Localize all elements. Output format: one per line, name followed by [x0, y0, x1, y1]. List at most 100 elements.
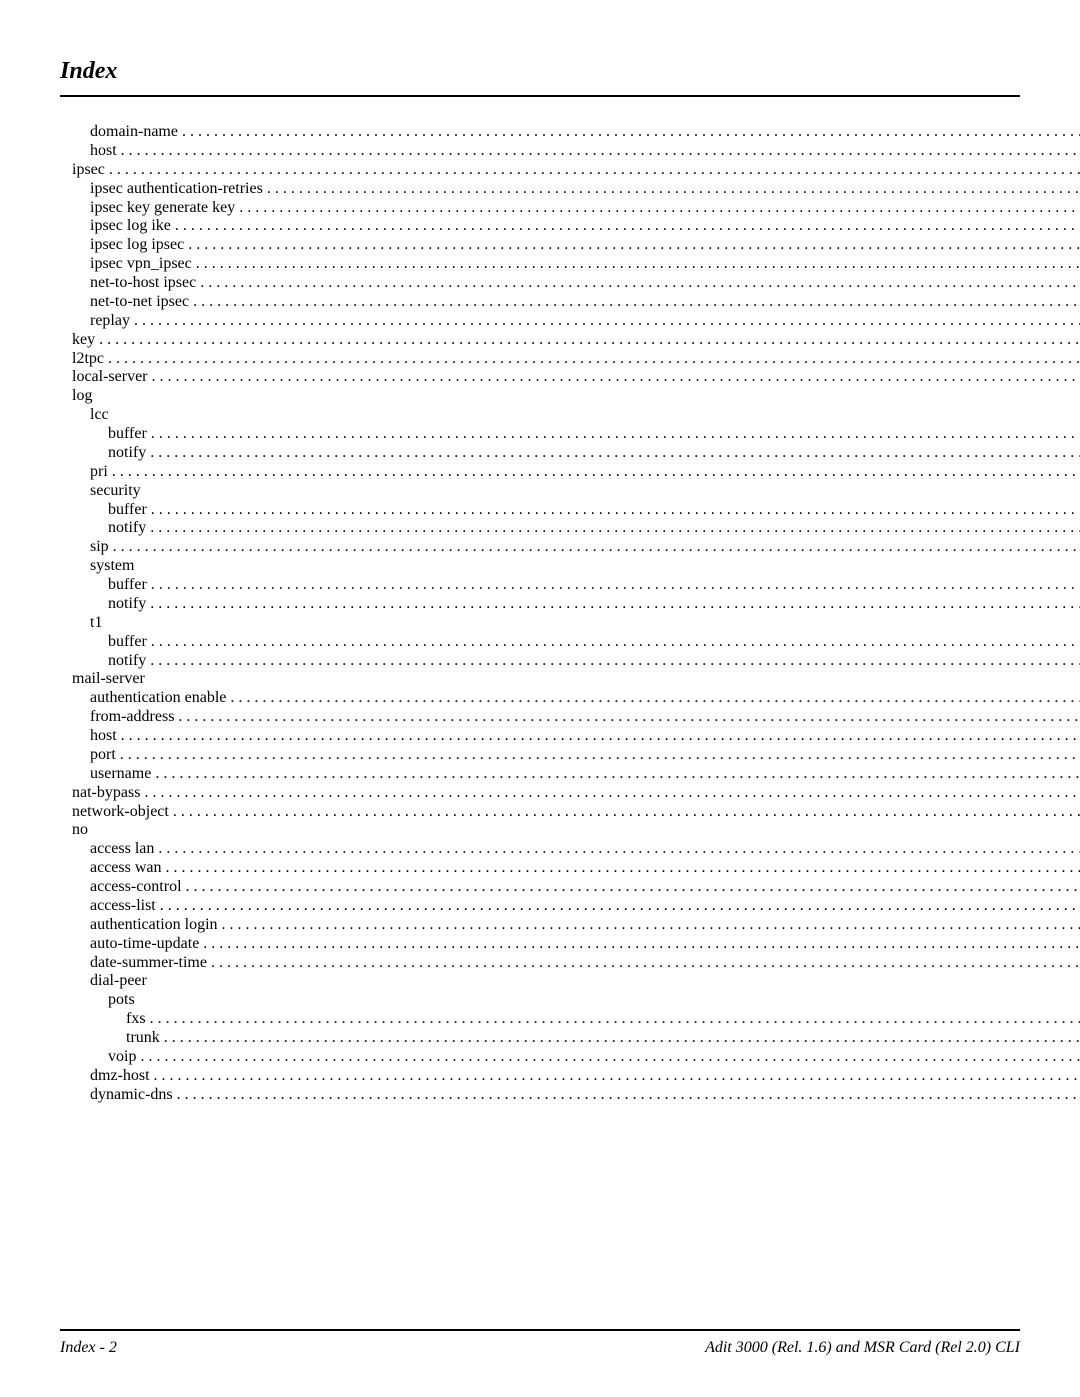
index-entry-label: net-to-host ipsec: [90, 274, 200, 293]
leader-dots: [196, 255, 1080, 274]
leader-dots: [150, 1010, 1080, 1029]
index-entry: authentication login 4-37: [60, 916, 1080, 935]
index-entry: key 4-26: [60, 331, 1080, 350]
index-entry-label: access lan: [90, 840, 158, 859]
leader-dots: [200, 274, 1080, 293]
index-entry-label: from-address: [90, 708, 178, 727]
leader-dots: [151, 633, 1080, 652]
index-entry-label: fxs: [126, 1010, 150, 1029]
index-entry: nat-bypass 4-35: [60, 784, 1080, 803]
index-entry-label: authentication login: [90, 916, 222, 935]
index-entry: auto-time-update 4-37: [60, 935, 1080, 954]
index-heading-label: lcc: [90, 406, 109, 423]
leader-dots: [154, 1067, 1080, 1086]
index-entry: from-address 4-33: [60, 708, 1080, 727]
index-heading: log: [60, 387, 1080, 406]
index-entry-label: port: [90, 746, 120, 765]
index-entry: access lan 4-36: [60, 840, 1080, 859]
leader-dots: [211, 954, 1080, 973]
index-entry-label: sip: [90, 538, 113, 557]
index-entry: notify 4-28: [60, 444, 1080, 463]
index-entry-label: voip: [108, 1048, 140, 1067]
index-entry: ipsec log ike 4-22: [60, 217, 1080, 236]
index-entry-label: access wan: [90, 859, 166, 878]
leader-dots: [121, 727, 1080, 746]
index-entry: voip 4-39: [60, 1048, 1080, 1067]
index-entry: dynamic-dns 4-39: [60, 1086, 1080, 1105]
leader-dots: [155, 765, 1080, 784]
index-heading: pots: [60, 991, 1080, 1010]
index-entry-label: net-to-net ipsec: [90, 293, 193, 312]
index-entry: access-control 4-36: [60, 878, 1080, 897]
index-entry: access wan 4-36: [60, 859, 1080, 878]
index-entry: ipsec vpn_ipsec 4-24: [60, 255, 1080, 274]
leader-dots: [108, 350, 1080, 369]
index-entry-label: buffer: [108, 425, 151, 444]
leader-dots: [267, 180, 1080, 199]
index-entry: sip 4-30: [60, 538, 1080, 557]
header-rule: [60, 95, 1020, 97]
index-entry-label: notify: [108, 595, 150, 614]
index-entry-label: ipsec key generate key: [90, 199, 239, 218]
index-entry: ipsec log ipsec 4-23: [60, 236, 1080, 255]
leader-dots: [164, 1029, 1080, 1048]
leader-dots: [120, 746, 1080, 765]
index-columns: domain-name 4-25host 4-25ipsec 4-21ipsec…: [60, 123, 1020, 1105]
leader-dots: [140, 1048, 1080, 1067]
leader-dots: [151, 576, 1080, 595]
leader-dots: [134, 312, 1080, 331]
index-entry: buffer 4-28: [60, 425, 1080, 444]
index-entry: net-to-host ipsec 4-23: [60, 274, 1080, 293]
index-entry-label: domain-name: [90, 123, 182, 142]
leader-dots: [182, 123, 1080, 142]
index-entry: access-list 4-37: [60, 897, 1080, 916]
index-entry: buffer 4-32: [60, 633, 1080, 652]
index-heading: lcc: [60, 406, 1080, 425]
footer-right: Adit 3000 (Rel. 1.6) and MSR Card (Rel 2…: [705, 1339, 1020, 1357]
page-title: Index: [60, 58, 1020, 85]
index-heading: system: [60, 557, 1080, 576]
index-entry: l2tpc 4-26: [60, 350, 1080, 369]
index-entry-label: username: [90, 765, 155, 784]
leader-dots: [150, 519, 1080, 538]
index-heading-label: log: [72, 387, 92, 404]
leader-dots: [99, 331, 1080, 350]
index-entry-label: trunk: [126, 1029, 164, 1048]
index-entry: domain-name 4-25: [60, 123, 1080, 142]
leader-dots: [144, 784, 1080, 803]
index-entry: buffer 4-31: [60, 576, 1080, 595]
index-entry: ipsec 4-21: [60, 161, 1080, 180]
leader-dots: [113, 538, 1080, 557]
index-entry-label: buffer: [108, 576, 151, 595]
index-entry-label: host: [90, 727, 121, 746]
index-entry: ipsec authentication-retries 4-21: [60, 180, 1080, 199]
index-entry: buffer 4-29: [60, 501, 1080, 520]
leader-dots: [177, 1086, 1080, 1105]
index-entry: username 4-34: [60, 765, 1080, 784]
leader-dots: [158, 840, 1080, 859]
index-heading-label: dial-peer: [90, 972, 147, 989]
index-entry: ipsec key generate key 4-21: [60, 199, 1080, 218]
index-heading: mail-server: [60, 670, 1080, 689]
index-entry-label: dmz-host: [90, 1067, 154, 1086]
leader-dots: [239, 199, 1080, 218]
index-heading: t1: [60, 614, 1080, 633]
index-entry: notify 4-32: [60, 652, 1080, 671]
index-entry-label: nat-bypass: [72, 784, 144, 803]
index-heading-label: t1: [90, 614, 102, 631]
index-entry-label: access-list: [90, 897, 160, 916]
index-heading: security: [60, 482, 1080, 501]
index-entry-label: ipsec authentication-retries: [90, 180, 267, 199]
index-entry-label: network-object: [72, 803, 173, 822]
leader-dots: [151, 425, 1080, 444]
leader-dots: [178, 708, 1080, 727]
index-entry-label: buffer: [108, 501, 151, 520]
leader-dots: [222, 916, 1080, 935]
leader-dots: [186, 878, 1080, 897]
index-entry: host 4-25: [60, 142, 1080, 161]
page: Index domain-name 4-25host 4-25ipsec 4-2…: [0, 0, 1080, 1397]
index-entry: date-summer-time 4-38: [60, 954, 1080, 973]
index-entry-label: notify: [108, 519, 150, 538]
index-heading-label: pots: [108, 991, 135, 1008]
leader-dots: [150, 444, 1080, 463]
